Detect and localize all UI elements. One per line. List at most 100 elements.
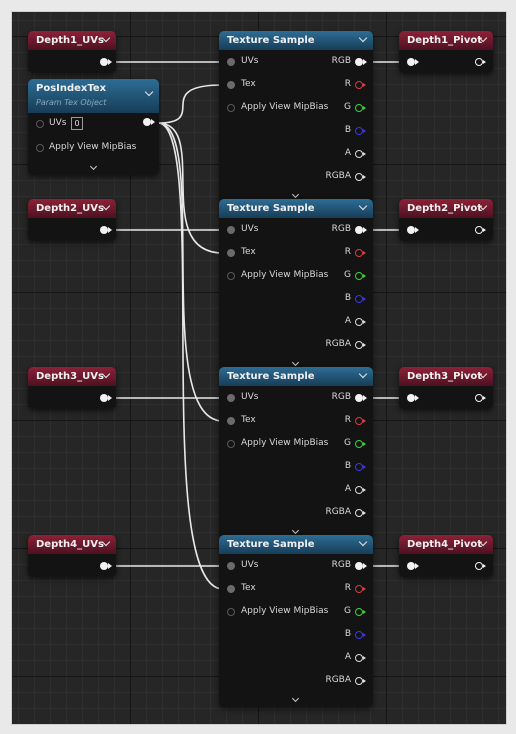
r-output-pin[interactable] [355, 417, 366, 425]
pivot-param-node[interactable]: Depth2_Pivot [399, 199, 493, 241]
uvs-input-pin[interactable] [227, 562, 235, 570]
uvs-index-field[interactable]: 0 [71, 117, 83, 130]
tex-input-pin[interactable] [227, 585, 235, 593]
mip-input-pin[interactable] [227, 440, 235, 448]
chevron-down-icon[interactable] [358, 537, 368, 547]
r-label: R [344, 247, 351, 257]
b-output-pin[interactable] [355, 631, 366, 639]
node-header[interactable]: Texture Sample [219, 199, 373, 218]
chevron-down-icon[interactable] [291, 358, 300, 367]
uvs-input-pin[interactable] [36, 120, 44, 128]
pos-index-tex-node[interactable]: PosIndexTex Param Tex Object UVs 0 Apply… [28, 79, 159, 175]
g-output-pin[interactable] [355, 272, 366, 280]
uvs-input-pin[interactable] [227, 58, 235, 66]
r-output-pin[interactable] [355, 585, 366, 593]
chevron-down-icon[interactable] [144, 87, 154, 97]
rgba-output-pin[interactable] [355, 677, 366, 685]
uv-param-node[interactable]: Depth4_UVs [28, 535, 116, 577]
g-output-pin[interactable] [355, 440, 366, 448]
output-pin[interactable] [475, 562, 486, 570]
r-output-pin[interactable] [355, 81, 366, 89]
a-output-pin[interactable] [355, 486, 366, 494]
texture-sample-node[interactable]: Texture Sample UVs Tex Apply View MipBia… [219, 199, 373, 371]
uv-param-node[interactable]: Depth2_UVs [28, 199, 116, 241]
chevron-down-icon[interactable] [89, 162, 97, 171]
rgba-output-pin[interactable] [355, 509, 366, 517]
g-label: G [344, 102, 351, 112]
texture-sample-node[interactable]: Texture Sample UVs Tex Apply View MipBia… [219, 31, 373, 203]
r-output-pin[interactable] [355, 249, 366, 257]
node-header[interactable]: Depth2_UVs [28, 199, 116, 218]
pivot-param-node[interactable]: Depth3_Pivot [399, 367, 493, 409]
a-label: A [344, 148, 351, 158]
g-output-pin[interactable] [355, 608, 366, 616]
b-output-pin[interactable] [355, 127, 366, 135]
pivot-param-node[interactable]: Depth1_Pivot [399, 31, 493, 73]
output-pin[interactable] [475, 394, 486, 402]
a-output-pin[interactable] [355, 318, 366, 326]
texture-sample-node[interactable]: Texture Sample UVs Tex Apply View MipBia… [219, 367, 373, 539]
chevron-down-icon[interactable] [358, 201, 368, 211]
b-label: B [344, 293, 351, 303]
node-header[interactable]: Depth3_Pivot [399, 367, 493, 386]
input-pin[interactable] [407, 226, 419, 234]
a-output-pin[interactable] [355, 654, 366, 662]
uv-param-node[interactable]: Depth3_UVs [28, 367, 116, 409]
b-output-pin[interactable] [355, 295, 366, 303]
a-label: A [344, 484, 351, 494]
chevron-down-icon[interactable] [358, 369, 368, 379]
input-pin[interactable] [407, 562, 419, 570]
chevron-down-icon[interactable] [358, 33, 368, 43]
uv-param-node[interactable]: Depth1_UVs [28, 31, 116, 73]
uvs-input-pin[interactable] [227, 226, 235, 234]
output-pin[interactable] [100, 562, 112, 570]
node-header[interactable]: Depth2_Pivot [399, 199, 493, 218]
rgba-output-pin[interactable] [355, 173, 366, 181]
tex-label: Tex [241, 583, 256, 593]
chevron-down-icon[interactable] [291, 694, 300, 703]
chevron-down-icon[interactable] [291, 526, 300, 535]
r-label: R [344, 583, 351, 593]
output-pin[interactable] [475, 226, 486, 234]
rgba-output-pin[interactable] [355, 341, 366, 349]
node-header[interactable]: Depth3_UVs [28, 367, 116, 386]
uvs-label: UVs [241, 392, 259, 402]
texture-sample-node[interactable]: Texture Sample UVs Tex Apply View MipBia… [219, 535, 373, 707]
node-header[interactable]: Texture Sample [219, 31, 373, 50]
uvs-input-pin[interactable] [227, 394, 235, 402]
output-pin[interactable] [475, 58, 486, 66]
b-output-pin[interactable] [355, 463, 366, 471]
node-header[interactable]: Depth4_UVs [28, 535, 116, 554]
rgb-output-pin[interactable] [355, 562, 367, 570]
mip-input-pin[interactable] [227, 104, 235, 112]
node-header[interactable]: PosIndexTex Param Tex Object [28, 79, 159, 113]
input-pin[interactable] [407, 394, 419, 402]
tex-input-pin[interactable] [227, 249, 235, 257]
mip-input-pin[interactable] [36, 144, 44, 152]
mip-label: Apply View MipBias [241, 270, 329, 280]
output-pin[interactable] [100, 394, 112, 402]
node-header[interactable]: Depth4_Pivot [399, 535, 493, 554]
mip-input-pin[interactable] [227, 608, 235, 616]
tex-input-pin[interactable] [227, 81, 235, 89]
g-output-pin[interactable] [355, 104, 366, 112]
node-header[interactable]: Texture Sample [219, 367, 373, 386]
input-pin[interactable] [407, 58, 419, 66]
node-title: Depth3_Pivot [407, 371, 483, 382]
rgb-output-pin[interactable] [355, 394, 367, 402]
node-header[interactable]: Texture Sample [219, 535, 373, 554]
node-header[interactable]: Depth1_UVs [28, 31, 116, 50]
rgb-output-pin[interactable] [355, 226, 367, 234]
rgb-label: RGB [331, 56, 351, 66]
tex-input-pin[interactable] [227, 417, 235, 425]
output-pin[interactable] [100, 226, 112, 234]
output-pin[interactable] [100, 58, 112, 66]
chevron-down-icon[interactable] [291, 190, 300, 199]
a-output-pin[interactable] [355, 150, 366, 158]
material-graph-canvas[interactable]: PosIndexTex Param Tex Object UVs 0 Apply… [11, 11, 507, 725]
pivot-param-node[interactable]: Depth4_Pivot [399, 535, 493, 577]
rgb-output-pin[interactable] [355, 58, 367, 66]
mip-input-pin[interactable] [227, 272, 235, 280]
tex-output-pin[interactable] [143, 118, 155, 126]
node-header[interactable]: Depth1_Pivot [399, 31, 493, 50]
